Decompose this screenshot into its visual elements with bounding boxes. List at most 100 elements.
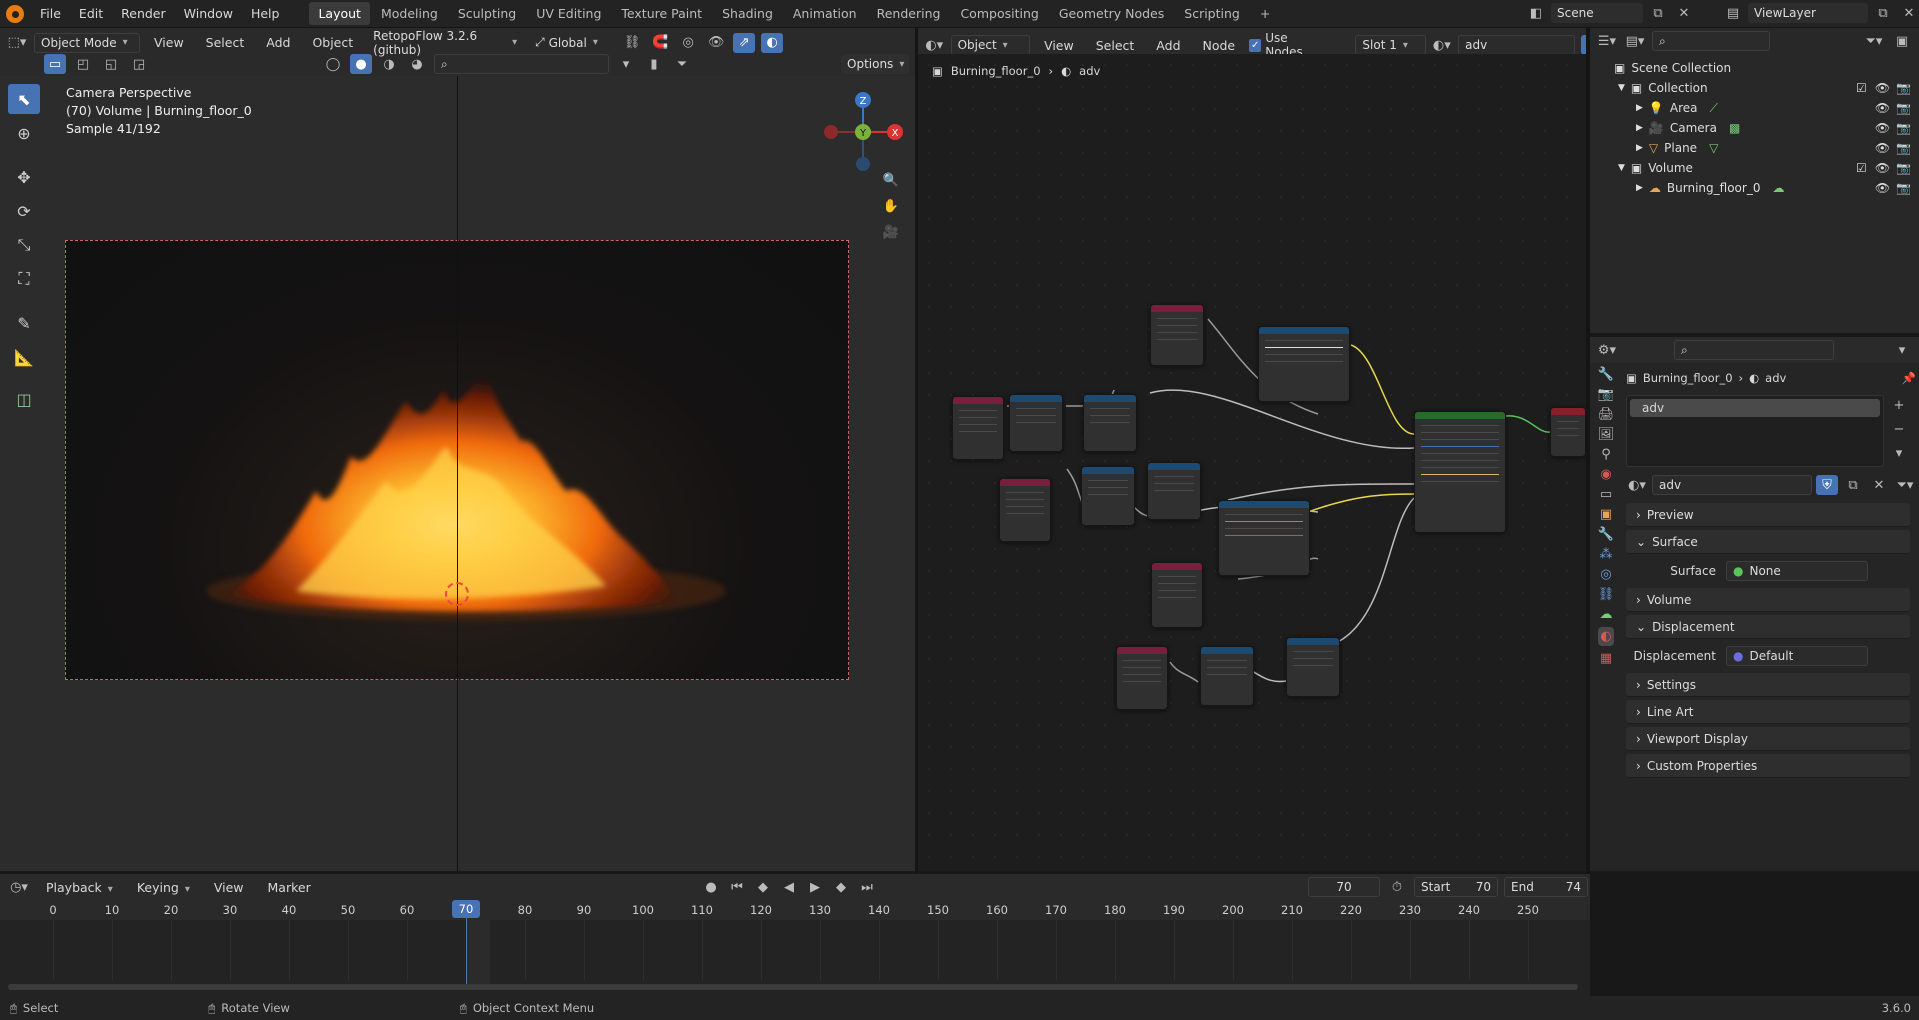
props-breadcrumb-object[interactable]: Burning_floor_0 — [1643, 371, 1733, 385]
outliner-search-input[interactable]: ⌕ — [1652, 31, 1770, 51]
scene-icon[interactable]: ◧ — [1525, 3, 1547, 23]
outliner-row-burning-floor[interactable]: ▶ ☁ Burning_floor_0 ☁ 👁 📷 — [1590, 178, 1919, 198]
scene-tab-icon[interactable]: ⚲ — [1601, 447, 1611, 462]
slot-menu-chevron-icon[interactable]: ▾ — [1888, 443, 1910, 463]
end-frame-field[interactable]: End 74 — [1504, 877, 1588, 897]
tab-shading[interactable]: Shading — [713, 2, 782, 25]
attribute-node-4[interactable] — [1151, 562, 1203, 628]
node-tree-filter-icon[interactable]: ⏷▾ — [1894, 475, 1916, 495]
outliner-row-area[interactable]: ▶ 💡 Area ⟋ 👁 📷 — [1590, 98, 1919, 118]
next-keyframe-icon[interactable]: ◆ — [830, 877, 852, 897]
delete-view-layer-icon[interactable]: ✕ — [1898, 3, 1919, 23]
data-tab-icon[interactable]: ☁ — [1600, 607, 1613, 622]
menu-edit[interactable]: Edit — [71, 3, 111, 24]
add-workspace-button[interactable]: + — [1251, 2, 1279, 25]
keying-menu[interactable]: Keying — [129, 877, 198, 898]
zoom-icon[interactable]: 🔍 — [880, 170, 902, 190]
shader-type-dropdown[interactable]: Object — [950, 35, 1031, 55]
viewport-search-input[interactable]: ⌕ — [434, 54, 609, 74]
tab-uv-editing[interactable]: UV Editing — [527, 2, 610, 25]
tab-modeling[interactable]: Modeling — [372, 2, 447, 25]
attribute-node-2[interactable] — [952, 396, 1004, 460]
unlink-material-icon[interactable]: ✕ — [1868, 475, 1890, 495]
jump-start-icon[interactable]: ⏮ — [726, 877, 748, 897]
play-icon[interactable]: ▶ — [804, 877, 826, 897]
gizmo-toggle-icon[interactable]: ⇗ — [733, 32, 756, 53]
multiply-node-3[interactable] — [1286, 637, 1340, 697]
outliner-row-camera[interactable]: ▶ 🎥 Camera ▩ 👁 📷 — [1590, 118, 1919, 138]
object-tab-icon[interactable]: ▣ — [1600, 507, 1612, 522]
eye-icon[interactable]: 👁 — [1875, 141, 1890, 155]
shading-wire-icon[interactable]: ◯ — [322, 54, 344, 74]
modifier-tab-icon[interactable]: 🔧 — [1598, 527, 1614, 542]
node-menu-select[interactable]: Select — [1088, 35, 1143, 56]
viewport-menu-object[interactable]: Object — [304, 32, 361, 53]
select-invert-icon[interactable]: ◲ — [128, 54, 150, 74]
properties-options-icon[interactable]: ▾ — [1891, 340, 1913, 360]
exclude-checkbox-icon[interactable]: ☑ — [1856, 81, 1867, 95]
play-reverse-icon[interactable]: ◀ — [778, 877, 800, 897]
constraints-tab-icon[interactable]: ⛓ — [1598, 587, 1615, 602]
select-extend-icon[interactable]: ◰ — [72, 54, 94, 74]
render-camera-icon[interactable]: 📷 — [1896, 141, 1911, 155]
power-node-3[interactable] — [1200, 646, 1254, 706]
panel-line-art[interactable]: › Line Art — [1626, 700, 1910, 724]
scale-tool-icon[interactable]: ⤡ — [8, 230, 40, 260]
fake-user-shield-icon[interactable]: ⛨ — [1816, 475, 1838, 495]
measure-tool-icon[interactable]: 📐 — [8, 342, 40, 372]
viewport-menu-select[interactable]: Select — [198, 32, 253, 53]
exclude-checkbox-icon[interactable]: ☑ — [1856, 161, 1867, 175]
tab-texture-paint[interactable]: Texture Paint — [612, 2, 711, 25]
multiply-node[interactable] — [1083, 394, 1137, 452]
display-mode-icon[interactable]: ▤▾ — [1624, 31, 1646, 51]
menu-file[interactable]: File — [32, 3, 69, 24]
properties-type-icon[interactable]: ⚙▾ — [1596, 340, 1618, 360]
tab-compositing[interactable]: Compositing — [951, 2, 1047, 25]
panel-displacement[interactable]: ⌄ Displacement — [1626, 615, 1910, 639]
select-box-mode-icon[interactable]: ▭ — [44, 54, 66, 74]
add-cube-tool-icon[interactable]: ◫ — [8, 384, 40, 414]
menu-help[interactable]: Help — [243, 3, 288, 24]
attribute-node[interactable] — [1150, 304, 1204, 366]
bookmark-icon[interactable]: ▮ — [643, 54, 665, 74]
pan-hand-icon[interactable]: ✋ — [880, 196, 902, 216]
delete-scene-icon[interactable]: ✕ — [1673, 3, 1695, 23]
eye-icon[interactable]: 👁 — [1875, 101, 1890, 115]
current-frame-field[interactable]: 70 — [1308, 877, 1380, 897]
render-camera-icon[interactable]: 📷 — [1896, 181, 1911, 195]
move-tool-icon[interactable]: ✥ — [8, 162, 40, 192]
blender-logo-icon[interactable] — [6, 4, 24, 23]
render-camera-icon[interactable]: 📷 — [1896, 121, 1911, 135]
render-camera-icon[interactable]: 📷 — [1896, 161, 1911, 175]
displacement-field[interactable]: ● Default — [1726, 646, 1868, 666]
orientation-dropdown[interactable]: ⤢ Global — [529, 32, 616, 53]
material-tab-icon[interactable]: ◐ — [1598, 627, 1614, 646]
material-output-node[interactable] — [1550, 407, 1586, 457]
slot-dropdown[interactable]: Slot 1 — [1355, 35, 1426, 55]
output-tab-icon[interactable]: 🖨 — [1598, 407, 1615, 422]
playback-menu[interactable]: Playback — [38, 877, 121, 898]
pivot-icon[interactable]: ⛓ — [621, 33, 643, 53]
surface-shader-field[interactable]: ● None — [1726, 561, 1868, 581]
attribute-node-5[interactable] — [1116, 646, 1168, 710]
options-dropdown[interactable]: Options — [841, 54, 909, 74]
expand-right-icon[interactable]: ▶ — [1636, 143, 1643, 153]
render-tab-icon[interactable]: 📷 — [1598, 387, 1614, 402]
viewport-menu-view[interactable]: View — [146, 32, 192, 53]
power-node-2[interactable] — [1081, 466, 1135, 526]
stopwatch-icon[interactable]: ⏱ — [1386, 877, 1408, 897]
panel-volume[interactable]: › Volume — [1626, 588, 1910, 612]
new-collection-icon[interactable]: ▣ — [1891, 31, 1913, 51]
render-camera-icon[interactable]: 📷 — [1896, 101, 1911, 115]
start-frame-field[interactable]: Start 70 — [1414, 877, 1498, 897]
3d-viewport[interactable]: ⬉ ⊕ ✥ ⟳ ⤡ ⛶ ✎ 📐 ◫ Camera Perspective (70… — [0, 76, 915, 871]
panel-viewport-display[interactable]: › Viewport Display — [1626, 727, 1910, 751]
node-menu-view[interactable]: View — [1036, 35, 1082, 56]
panel-surface[interactable]: ⌄ Surface — [1626, 530, 1910, 554]
navigation-gizmo[interactable]: Z X Y — [818, 86, 908, 176]
view-layer-tab-icon[interactable]: 🖼 — [1598, 427, 1615, 442]
world-tab-icon[interactable]: ◉ — [1600, 467, 1611, 482]
select-subtract-icon[interactable]: ◱ — [100, 54, 122, 74]
pin-icon[interactable]: 📌 — [1902, 371, 1916, 385]
menu-window[interactable]: Window — [176, 3, 241, 24]
